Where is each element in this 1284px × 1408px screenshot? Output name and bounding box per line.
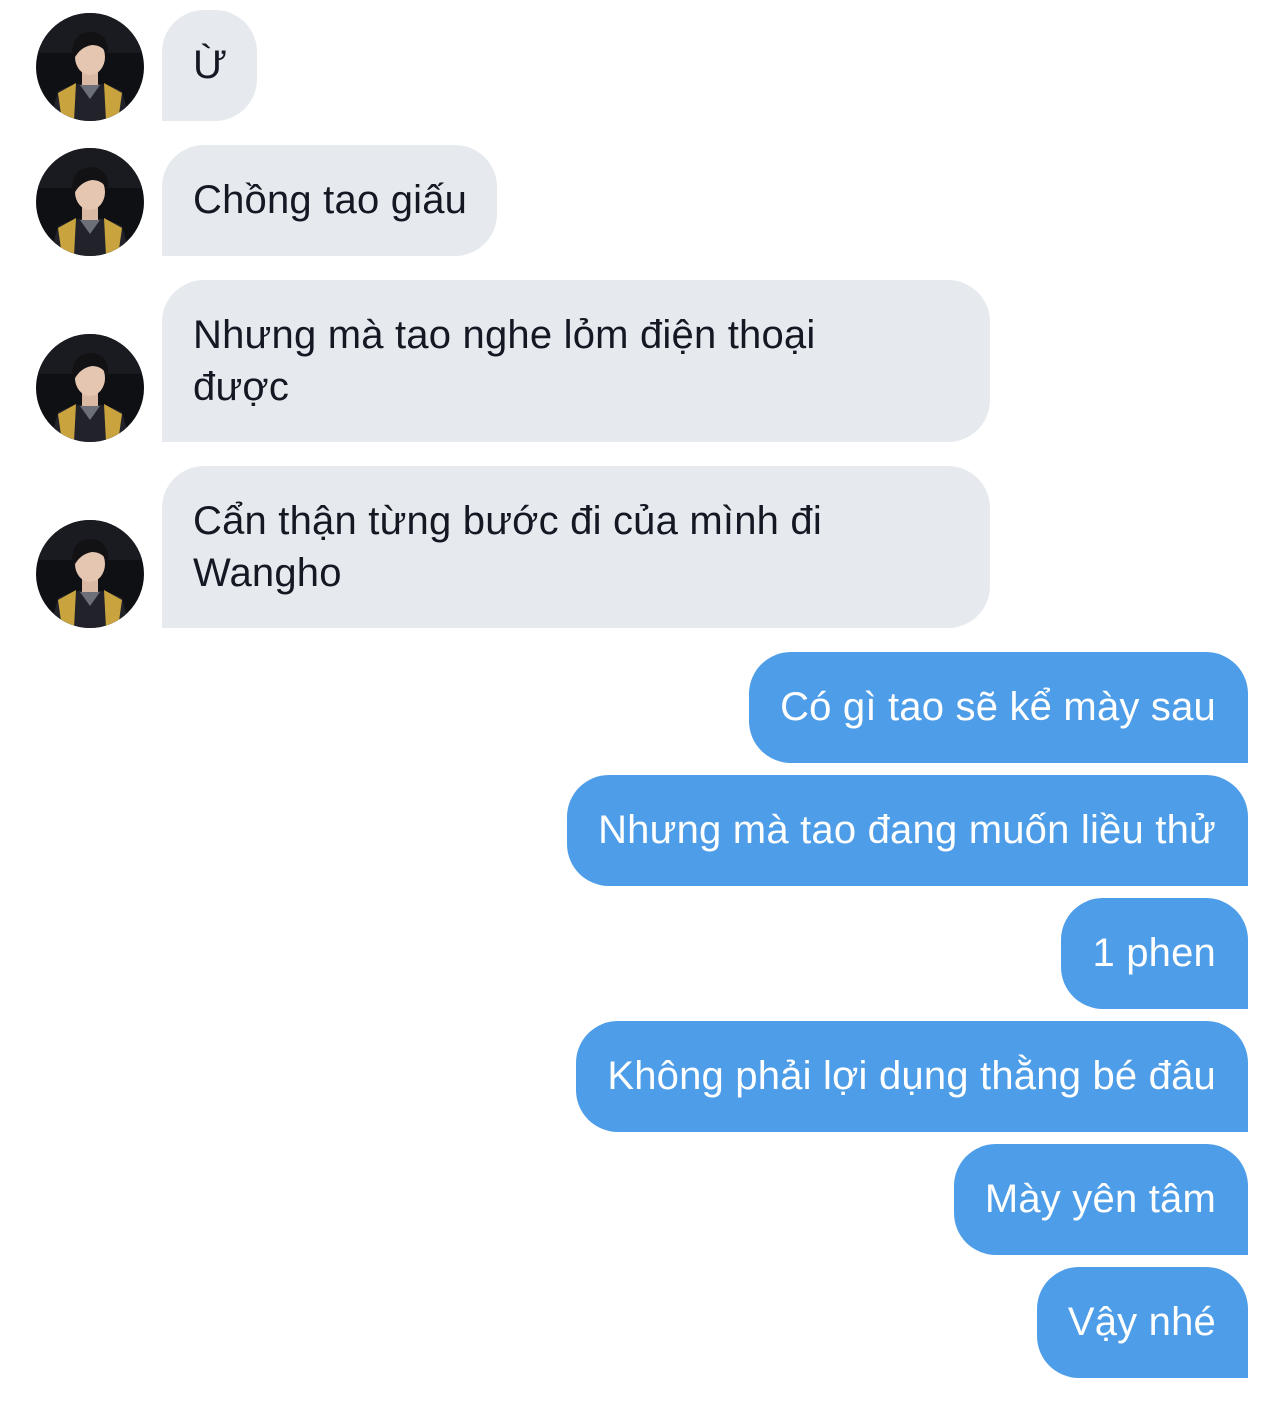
contact-avatar-icon[interactable] [36, 334, 144, 442]
message-text: Ừ [193, 43, 228, 87]
contact-avatar-icon[interactable] [36, 148, 144, 256]
message-text: 1 phen [1092, 931, 1216, 975]
message-text-line: Wangho [193, 551, 342, 595]
conversation-thread: Ừ Chồng tao giấu Nhưng mà tao nghe lỏm đ… [0, 0, 1284, 1408]
message-text: Vậy nhé [1067, 1300, 1216, 1344]
message-text: Chồng tao giấu [193, 178, 468, 222]
incoming-message-bubble[interactable]: Chồng tao giấu [162, 145, 498, 256]
message-text: Có gì tao sẽ kể mày sau [780, 685, 1216, 729]
incoming-message-bubble[interactable]: Nhưng mà tao nghe lỏm điện thoại được [162, 280, 990, 442]
message-text-line: Nhưng mà tao nghe lỏm điện thoại [193, 313, 816, 357]
message-text: Mày yên tâm [984, 1177, 1216, 1221]
user-avatar-photo-icon [36, 148, 144, 256]
incoming-message-bubble[interactable]: Ừ [162, 10, 258, 121]
user-avatar-photo-icon [36, 334, 144, 442]
contact-avatar-icon[interactable] [36, 13, 144, 121]
message-text: Không phải lợi dụng thằng bé đâu [607, 1054, 1216, 1098]
message-text-line: Cẩn thận từng bước đi của mình đi [193, 499, 822, 543]
outgoing-message-bubble[interactable]: Vậy nhé [1036, 1267, 1248, 1378]
message-text: Nhưng mà tao đang muốn liều thử [598, 808, 1216, 852]
outgoing-message-bubble[interactable]: Có gì tao sẽ kể mày sau [749, 652, 1248, 763]
incoming-message-bubble[interactable]: Cẩn thận từng bước đi của mình đi Wangho [162, 466, 990, 628]
user-avatar-photo-icon [36, 13, 144, 121]
outgoing-message-bubble[interactable]: Nhưng mà tao đang muốn liều thử [567, 775, 1248, 886]
outgoing-message-bubble[interactable]: Không phải lợi dụng thằng bé đâu [576, 1021, 1248, 1132]
message-text-line: được [193, 365, 290, 409]
outgoing-message-bubble[interactable]: 1 phen [1061, 898, 1248, 1009]
user-avatar-photo-icon [36, 520, 144, 628]
outgoing-message-bubble[interactable]: Mày yên tâm [953, 1144, 1248, 1255]
contact-avatar-icon[interactable] [36, 520, 144, 628]
